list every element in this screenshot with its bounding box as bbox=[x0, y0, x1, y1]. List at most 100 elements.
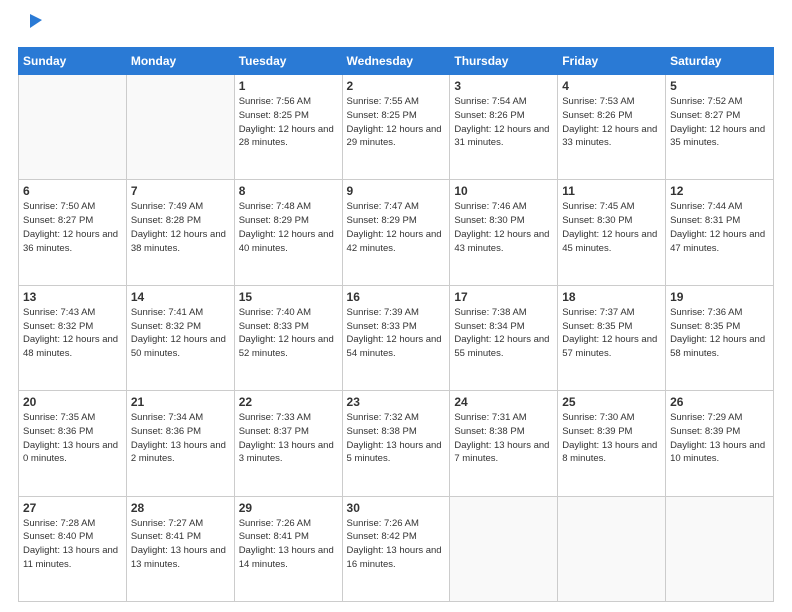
day-info: Sunrise: 7:35 AM Sunset: 8:36 PM Dayligh… bbox=[23, 411, 122, 466]
day-info: Sunrise: 7:38 AM Sunset: 8:34 PM Dayligh… bbox=[454, 306, 553, 361]
day-number: 20 bbox=[23, 395, 122, 409]
calendar-day-28: 28 Sunrise: 7:27 AM Sunset: 8:41 PM Dayli… bbox=[126, 496, 234, 601]
day-number: 23 bbox=[347, 395, 446, 409]
day-number: 4 bbox=[562, 79, 661, 93]
day-number: 6 bbox=[23, 184, 122, 198]
day-info: Sunrise: 7:37 AM Sunset: 8:35 PM Dayligh… bbox=[562, 306, 661, 361]
day-info: Sunrise: 7:40 AM Sunset: 8:33 PM Dayligh… bbox=[239, 306, 338, 361]
calendar-day-7: 7 Sunrise: 7:49 AM Sunset: 8:28 PM Daylig… bbox=[126, 180, 234, 285]
calendar-day-8: 8 Sunrise: 7:48 AM Sunset: 8:29 PM Daylig… bbox=[234, 180, 342, 285]
calendar-day-30: 30 Sunrise: 7:26 AM Sunset: 8:42 PM Dayli… bbox=[342, 496, 450, 601]
day-number: 27 bbox=[23, 501, 122, 515]
day-info: Sunrise: 7:44 AM Sunset: 8:31 PM Dayligh… bbox=[670, 200, 769, 255]
calendar-day-3: 3 Sunrise: 7:54 AM Sunset: 8:26 PM Daylig… bbox=[450, 75, 558, 180]
calendar-day-20: 20 Sunrise: 7:35 AM Sunset: 8:36 PM Dayli… bbox=[19, 391, 127, 496]
day-info: Sunrise: 7:50 AM Sunset: 8:27 PM Dayligh… bbox=[23, 200, 122, 255]
calendar-week-3: 20 Sunrise: 7:35 AM Sunset: 8:36 PM Dayli… bbox=[19, 391, 774, 496]
calendar-day-4: 4 Sunrise: 7:53 AM Sunset: 8:26 PM Daylig… bbox=[558, 75, 666, 180]
day-number: 16 bbox=[347, 290, 446, 304]
calendar-day-18: 18 Sunrise: 7:37 AM Sunset: 8:35 PM Dayli… bbox=[558, 285, 666, 390]
calendar-day-16: 16 Sunrise: 7:39 AM Sunset: 8:33 PM Dayli… bbox=[342, 285, 450, 390]
calendar-day-15: 15Sunrise: 7:40 AM Sunset: 8:33 PM Dayli… bbox=[234, 285, 342, 390]
day-info: Sunrise: 7:31 AM Sunset: 8:38 PM Dayligh… bbox=[454, 411, 553, 466]
calendar-day-25: 25 Sunrise: 7:30 AM Sunset: 8:39 PM Dayli… bbox=[558, 391, 666, 496]
calendar-day-29: 29Sunrise: 7:26 AM Sunset: 8:41 PM Dayli… bbox=[234, 496, 342, 601]
day-header-monday: Monday bbox=[126, 48, 234, 75]
calendar-week-1: 6 Sunrise: 7:50 AM Sunset: 8:27 PM Daylig… bbox=[19, 180, 774, 285]
calendar-day-26: 26 Sunrise: 7:29 AM Sunset: 8:39 PM Dayli… bbox=[666, 391, 774, 496]
day-number: 9 bbox=[347, 184, 446, 198]
day-number: 8 bbox=[239, 184, 338, 198]
day-number: 10 bbox=[454, 184, 553, 198]
calendar-day-empty bbox=[450, 496, 558, 601]
day-info: Sunrise: 7:48 AM Sunset: 8:29 PM Dayligh… bbox=[239, 200, 338, 255]
calendar-week-4: 27 Sunrise: 7:28 AM Sunset: 8:40 PM Dayli… bbox=[19, 496, 774, 601]
day-number: 14 bbox=[131, 290, 230, 304]
day-info: Sunrise: 7:45 AM Sunset: 8:30 PM Dayligh… bbox=[562, 200, 661, 255]
day-number: 13 bbox=[23, 290, 122, 304]
day-info: Sunrise: 7:46 AM Sunset: 8:30 PM Dayligh… bbox=[454, 200, 553, 255]
day-number: 22 bbox=[239, 395, 338, 409]
header bbox=[18, 18, 774, 37]
calendar-day-6: 6 Sunrise: 7:50 AM Sunset: 8:27 PM Daylig… bbox=[19, 180, 127, 285]
day-number: 5 bbox=[670, 79, 769, 93]
calendar-day-1: 1 Sunrise: 7:56 AM Sunset: 8:25 PM Daylig… bbox=[234, 75, 342, 180]
day-info: Sunrise: 7:36 AM Sunset: 8:35 PM Dayligh… bbox=[670, 306, 769, 361]
day-info: Sunrise: 7:52 AM Sunset: 8:27 PM Dayligh… bbox=[670, 95, 769, 150]
day-number: 1 bbox=[239, 79, 338, 93]
day-info: Sunrise: 7:26 AM Sunset: 8:41 PM Dayligh… bbox=[239, 517, 338, 572]
day-info: Sunrise: 7:29 AM Sunset: 8:39 PM Dayligh… bbox=[670, 411, 769, 466]
calendar-day-2: 2Sunrise: 7:55 AM Sunset: 8:25 PM Daylig… bbox=[342, 75, 450, 180]
day-header-wednesday: Wednesday bbox=[342, 48, 450, 75]
calendar-header-row: SundayMondayTuesdayWednesdayThursdayFrid… bbox=[19, 48, 774, 75]
calendar-day-19: 19 Sunrise: 7:36 AM Sunset: 8:35 PM Dayli… bbox=[666, 285, 774, 390]
calendar-day-13: 13 Sunrise: 7:43 AM Sunset: 8:32 PM Dayli… bbox=[19, 285, 127, 390]
day-info: Sunrise: 7:41 AM Sunset: 8:32 PM Dayligh… bbox=[131, 306, 230, 361]
day-info: Sunrise: 7:32 AM Sunset: 8:38 PM Dayligh… bbox=[347, 411, 446, 466]
day-info: Sunrise: 7:39 AM Sunset: 8:33 PM Dayligh… bbox=[347, 306, 446, 361]
day-info: Sunrise: 7:30 AM Sunset: 8:39 PM Dayligh… bbox=[562, 411, 661, 466]
day-header-sunday: Sunday bbox=[19, 48, 127, 75]
day-number: 18 bbox=[562, 290, 661, 304]
day-number: 11 bbox=[562, 184, 661, 198]
calendar-week-2: 13 Sunrise: 7:43 AM Sunset: 8:32 PM Dayli… bbox=[19, 285, 774, 390]
day-number: 30 bbox=[347, 501, 446, 515]
day-number: 2 bbox=[347, 79, 446, 93]
calendar-day-22: 22Sunrise: 7:33 AM Sunset: 8:37 PM Dayli… bbox=[234, 391, 342, 496]
day-number: 3 bbox=[454, 79, 553, 93]
day-info: Sunrise: 7:49 AM Sunset: 8:28 PM Dayligh… bbox=[131, 200, 230, 255]
calendar-week-0: 1 Sunrise: 7:56 AM Sunset: 8:25 PM Daylig… bbox=[19, 75, 774, 180]
day-info: Sunrise: 7:34 AM Sunset: 8:36 PM Dayligh… bbox=[131, 411, 230, 466]
calendar-day-14: 14 Sunrise: 7:41 AM Sunset: 8:32 PM Dayli… bbox=[126, 285, 234, 390]
page: SundayMondayTuesdayWednesdayThursdayFrid… bbox=[0, 0, 792, 612]
calendar-day-11: 11 Sunrise: 7:45 AM Sunset: 8:30 PM Dayli… bbox=[558, 180, 666, 285]
day-number: 24 bbox=[454, 395, 553, 409]
calendar-day-empty bbox=[666, 496, 774, 601]
calendar-day-empty bbox=[558, 496, 666, 601]
calendar-day-empty bbox=[126, 75, 234, 180]
calendar-day-empty bbox=[19, 75, 127, 180]
day-info: Sunrise: 7:43 AM Sunset: 8:32 PM Dayligh… bbox=[23, 306, 122, 361]
day-info: Sunrise: 7:53 AM Sunset: 8:26 PM Dayligh… bbox=[562, 95, 661, 150]
day-info: Sunrise: 7:28 AM Sunset: 8:40 PM Dayligh… bbox=[23, 517, 122, 572]
calendar-table: SundayMondayTuesdayWednesdayThursdayFrid… bbox=[18, 47, 774, 602]
logo bbox=[18, 18, 44, 37]
day-number: 25 bbox=[562, 395, 661, 409]
day-number: 19 bbox=[670, 290, 769, 304]
day-info: Sunrise: 7:54 AM Sunset: 8:26 PM Dayligh… bbox=[454, 95, 553, 150]
calendar-day-17: 17Sunrise: 7:38 AM Sunset: 8:34 PM Dayli… bbox=[450, 285, 558, 390]
day-info: Sunrise: 7:26 AM Sunset: 8:42 PM Dayligh… bbox=[347, 517, 446, 572]
logo-icon bbox=[22, 10, 44, 37]
logo-block bbox=[18, 18, 44, 37]
calendar-day-5: 5 Sunrise: 7:52 AM Sunset: 8:27 PM Daylig… bbox=[666, 75, 774, 180]
day-header-friday: Friday bbox=[558, 48, 666, 75]
day-info: Sunrise: 7:27 AM Sunset: 8:41 PM Dayligh… bbox=[131, 517, 230, 572]
calendar-day-23: 23 Sunrise: 7:32 AM Sunset: 8:38 PM Dayli… bbox=[342, 391, 450, 496]
day-number: 26 bbox=[670, 395, 769, 409]
day-number: 28 bbox=[131, 501, 230, 515]
calendar-day-9: 9Sunrise: 7:47 AM Sunset: 8:29 PM Daylig… bbox=[342, 180, 450, 285]
calendar-day-21: 21Sunrise: 7:34 AM Sunset: 8:36 PM Dayli… bbox=[126, 391, 234, 496]
day-number: 7 bbox=[131, 184, 230, 198]
day-info: Sunrise: 7:56 AM Sunset: 8:25 PM Dayligh… bbox=[239, 95, 338, 150]
calendar-day-24: 24 Sunrise: 7:31 AM Sunset: 8:38 PM Dayli… bbox=[450, 391, 558, 496]
